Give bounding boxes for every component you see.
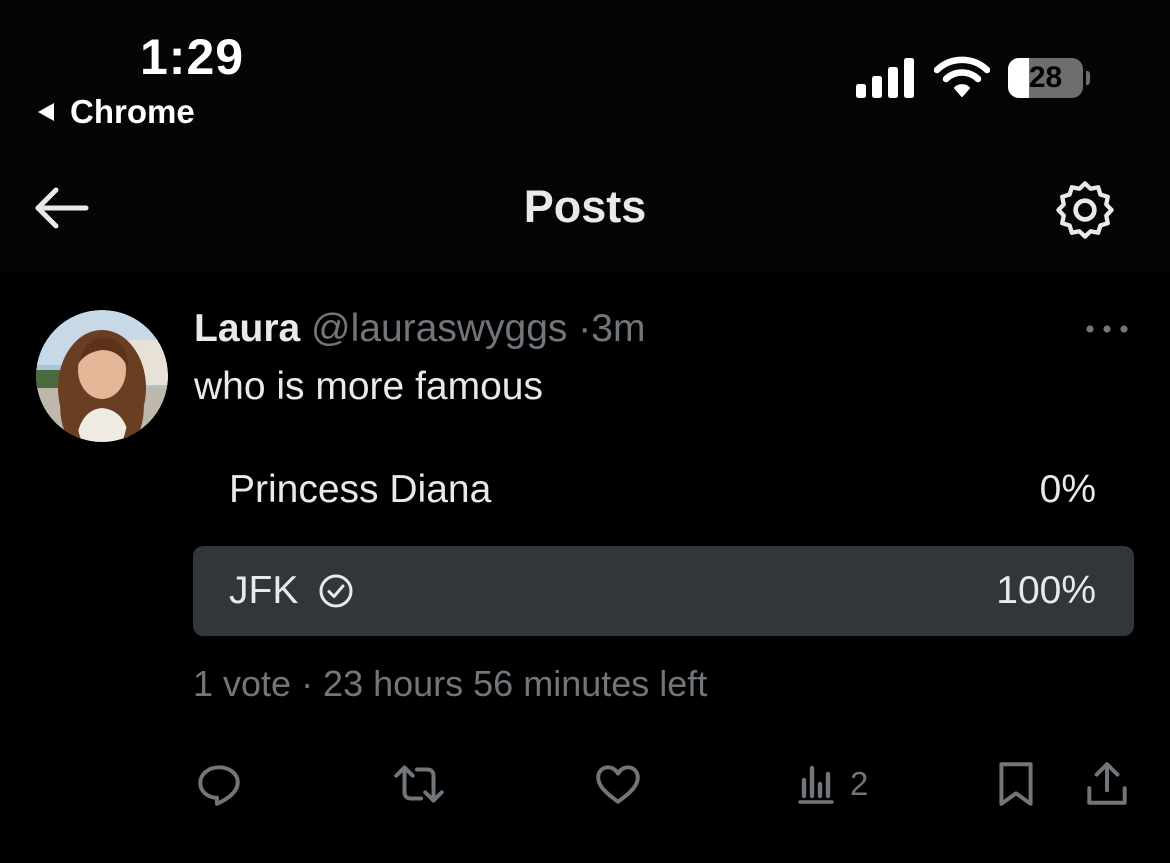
author-handle[interactable]: @lauraswyggs: [311, 307, 567, 350]
repost-button[interactable]: [390, 759, 448, 809]
back-app-label: Chrome: [70, 93, 195, 130]
page-title: Posts: [523, 181, 647, 232]
share-icon: [1087, 762, 1127, 805]
top-nav-bar: Posts: [0, 145, 1170, 273]
poll-option-label: Princess Diana: [229, 468, 492, 511]
poll-option-princess-diana[interactable]: Princess Diana 0%: [193, 445, 1134, 535]
poll-option-label: JFK: [229, 569, 299, 612]
post[interactable]: Laura @lauraswyggs ·3m who is more famou…: [0, 273, 1170, 863]
signal-icon: [856, 58, 914, 98]
heart-icon: [596, 765, 640, 804]
meta-separator: ·: [578, 307, 592, 350]
post-text: who is more famous: [194, 365, 543, 408]
poll-option-percent: 0%: [1039, 468, 1096, 511]
reply-button[interactable]: [194, 759, 244, 809]
bookmark-button[interactable]: [994, 759, 1038, 809]
poll-option-percent: 100%: [996, 569, 1096, 612]
reply-icon: [198, 765, 240, 806]
views-button[interactable]: 2: [796, 759, 868, 809]
back-to-app-link[interactable]: Chrome: [38, 92, 195, 132]
like-button[interactable]: [593, 759, 643, 809]
repost-icon: [394, 765, 444, 803]
post-timestamp[interactable]: 3m: [591, 307, 645, 350]
views-icon: [798, 765, 834, 804]
poll-summary: 1 vote · 23 hours 56 minutes left: [193, 663, 708, 704]
bookmark-icon: [999, 762, 1033, 806]
views-count: 2: [850, 765, 869, 802]
check-circle-icon: [319, 574, 353, 608]
poll-option-jfk[interactable]: JFK 100%: [193, 546, 1134, 636]
battery-icon: 28: [1008, 58, 1090, 98]
avatar[interactable]: [36, 310, 168, 442]
back-triangle-icon: [38, 103, 54, 121]
share-button[interactable]: [1084, 759, 1130, 809]
wifi-icon: [934, 56, 990, 97]
ellipsis-icon[interactable]: [1084, 319, 1130, 339]
battery-level: 28: [1028, 61, 1063, 94]
gear-icon[interactable]: [1052, 177, 1118, 243]
post-meta: Laura @lauraswyggs ·3m: [194, 307, 645, 351]
author-name[interactable]: Laura: [194, 307, 300, 350]
status-time: 1:29: [140, 29, 245, 85]
status-bar: 1:29 Chrome 28: [0, 0, 1170, 145]
